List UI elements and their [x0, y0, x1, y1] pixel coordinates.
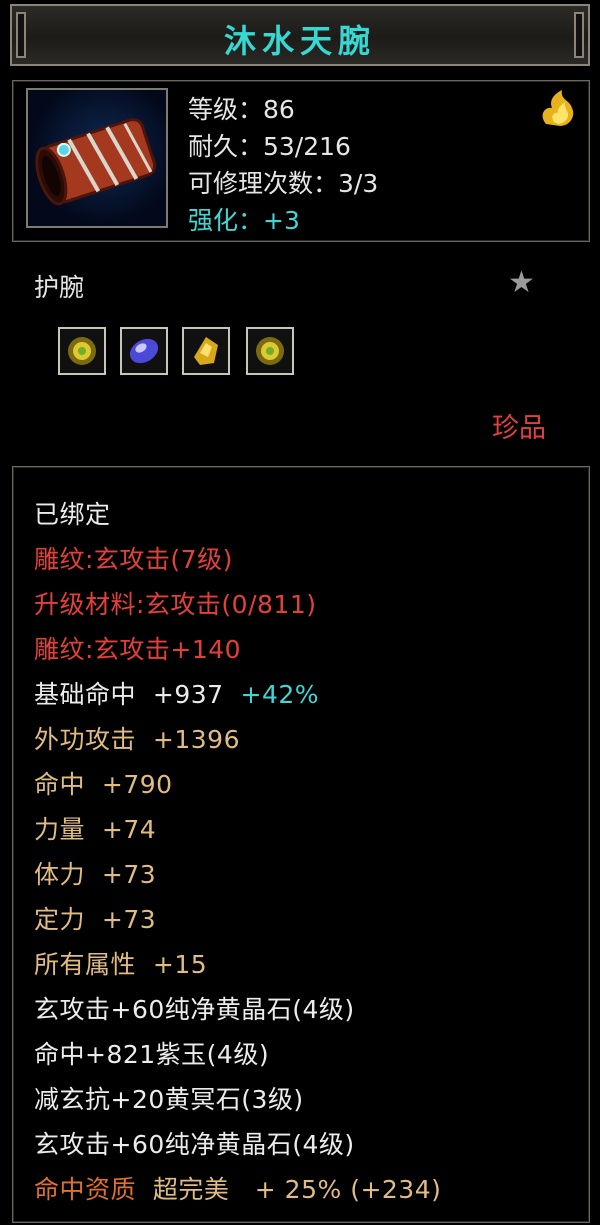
level-text: 等级：86 — [188, 95, 295, 124]
strength-line: 力量 +74 — [34, 810, 156, 846]
hit-line: 命中 +790 — [34, 765, 173, 801]
engrave-bonus-line: 雕纹:玄攻击+140 — [34, 635, 242, 664]
gem-line-1: 玄攻击+60纯净黄晶石(4级) — [34, 995, 355, 1024]
base-hit-line: 基础命中 +937 +42% — [34, 675, 319, 711]
all-attributes-line: 所有属性 +15 — [34, 945, 207, 981]
hit-label: 命中 — [34, 770, 86, 799]
base-hit-label: 基础命中 — [34, 680, 137, 709]
base-hit-value: +937 — [152, 680, 224, 709]
yellow-green-gem-icon[interactable] — [246, 327, 294, 375]
stamina-label: 体力 — [34, 860, 86, 889]
gem-line-4: 玄攻击+60纯净黄晶石(4级) — [34, 1130, 355, 1159]
purple-gem-icon[interactable] — [120, 327, 168, 375]
item-tooltip: 沐水天腕 等级：86 耐久：53/216 可修理次数：3/3 强化：+3 护腕 — [0, 0, 600, 1225]
base-hit-percent: +42% — [240, 680, 320, 709]
focus-label: 定力 — [34, 905, 86, 934]
all-attributes-value: +15 — [152, 950, 208, 979]
aptitude-label: 命中资质 — [34, 1175, 137, 1204]
title-bar: 沐水天腕 — [10, 4, 590, 66]
focus-line: 定力 +73 — [34, 900, 156, 936]
gem-line-2: 命中+821紫玉(4级) — [34, 1040, 270, 1069]
star-icon[interactable]: ★ — [508, 268, 535, 298]
stamina-value: +73 — [101, 860, 157, 889]
strength-value: +74 — [101, 815, 157, 844]
focus-value: +73 — [101, 905, 157, 934]
outer-attack-value: +1396 — [152, 725, 240, 754]
equipment-slot-name: 护腕 — [34, 273, 85, 302]
item-title: 沐水天腕 — [223, 22, 376, 60]
fire-icon — [536, 86, 580, 130]
yellow-green-gem-icon[interactable] — [58, 327, 106, 375]
quality-label: 珍品 — [492, 413, 546, 444]
engrave-level-line: 雕纹:玄攻击(7级) — [34, 545, 233, 574]
hit-value: +790 — [101, 770, 173, 799]
strength-label: 力量 — [34, 815, 86, 844]
bracer-item-icon[interactable] — [26, 88, 168, 228]
yellow-gem-icon[interactable] — [182, 327, 230, 375]
stamina-line: 体力 +73 — [34, 855, 156, 891]
bound-status: 已绑定 — [34, 500, 111, 529]
gem-line-3: 减玄抗+20黄冥石(3级) — [34, 1085, 304, 1114]
outer-attack-label: 外功攻击 — [34, 725, 137, 754]
repair-count-text: 可修理次数：3/3 — [188, 169, 379, 198]
aptitude-value: + 25% (+234) — [254, 1175, 442, 1204]
durability-text: 耐久：53/216 — [188, 132, 351, 161]
aptitude-grade: 超完美 — [152, 1175, 230, 1204]
enhance-text: 强化：+3 — [188, 206, 300, 235]
aptitude-line: 命中资质 超完美 + 25% (+234) — [34, 1170, 441, 1206]
upgrade-material-line: 升级材料:玄攻击(0/811) — [34, 590, 317, 619]
all-attributes-label: 所有属性 — [34, 950, 137, 979]
outer-attack-line: 外功攻击 +1396 — [34, 720, 240, 756]
